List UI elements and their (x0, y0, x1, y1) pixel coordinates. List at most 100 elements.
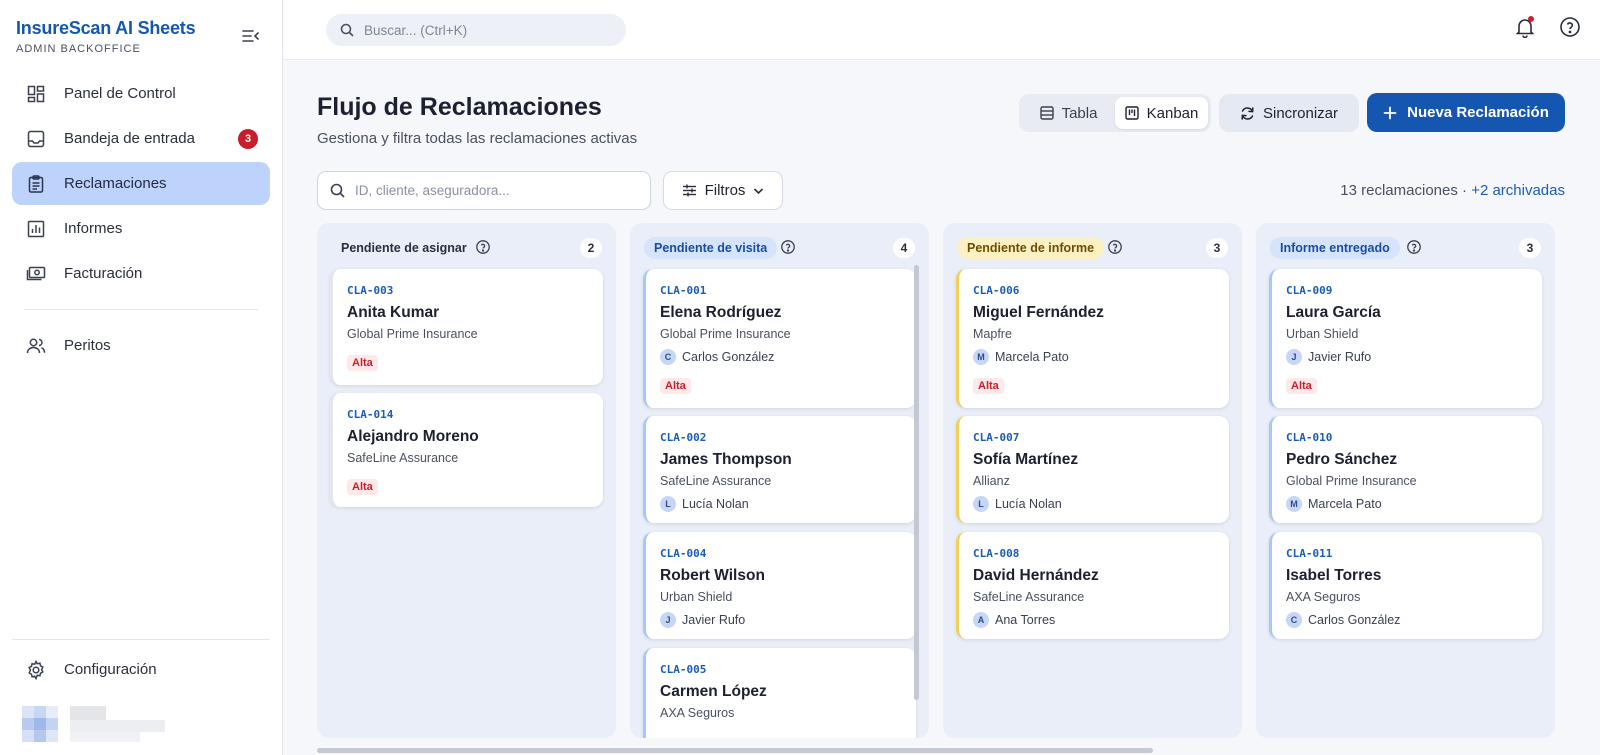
column-header: Pendiente de visita 4 (630, 223, 929, 269)
inbox-icon (26, 129, 46, 149)
page-subtitle: Gestiona y filtra todas las reclamacione… (317, 130, 638, 147)
help-icon[interactable] (1559, 16, 1581, 38)
expert-name: Javier Rufo (682, 613, 746, 627)
claim-insurer: SafeLine Assurance (660, 474, 772, 488)
expert-name: Javier Rufo (1308, 350, 1372, 364)
expert-avatar: C (1286, 612, 1302, 628)
expert-name: Carlos González (1308, 613, 1401, 627)
claim-id: CLA-014 (347, 408, 394, 421)
sidebar-item-reclamaciones[interactable]: Reclamaciones (12, 162, 270, 205)
expert-avatar: A (973, 612, 989, 628)
search-icon (330, 183, 345, 198)
claim-insurer: Global Prime Insurance (660, 327, 791, 341)
table-icon (1039, 106, 1054, 120)
dashboard-icon (26, 84, 46, 104)
sidebar-item-facturacion[interactable]: Facturación (12, 252, 270, 295)
page-title: Flujo de Reclamaciones (317, 93, 602, 121)
claim-insurer: Global Prime Insurance (1286, 474, 1417, 488)
column-count: 2 (580, 238, 602, 258)
assigned-expert: L Lucía Nolan (660, 496, 749, 512)
sidebar-item-label: Facturación (64, 265, 143, 282)
help-circle-icon[interactable] (1107, 239, 1123, 255)
claim-card[interactable]: CLA-008 David Hernández SafeLine Assuran… (956, 532, 1229, 639)
claims-count: 13 reclamaciones · +2 archivadas (1340, 182, 1565, 199)
priority-badge: Alta (660, 378, 691, 394)
sidebar-item-inbox[interactable]: Bandeja de entrada 3 (12, 117, 270, 160)
user-profile-avatar[interactable] (22, 706, 172, 744)
expert-avatar: M (973, 349, 989, 365)
expert-name: Marcela Pato (1308, 497, 1382, 511)
kanban-icon (1124, 106, 1139, 120)
claims-search-placeholder: ID, cliente, aseguradora... (355, 183, 510, 198)
gear-icon (26, 659, 46, 680)
kanban-board: Pendiente de asignar 2 CLA-003 Anita Kum… (317, 223, 1557, 738)
expert-name: Marcela Pato (995, 350, 1069, 364)
sidebar-item-label: Configuración (64, 661, 157, 678)
claim-card[interactable]: CLA-014 Alejandro Moreno SafeLine Assura… (330, 393, 603, 507)
assigned-expert: M Marcela Pato (1286, 496, 1382, 512)
claim-card[interactable]: CLA-010 Pedro Sánchez Global Prime Insur… (1269, 416, 1542, 523)
claim-card[interactable]: CLA-003 Anita Kumar Global Prime Insuran… (330, 269, 603, 385)
new-claim-label: Nueva Reclamación (1407, 104, 1549, 121)
claim-insurer: Allianz (973, 474, 1010, 488)
claims-count-text: 13 reclamaciones · (1340, 182, 1468, 199)
kanban-column-informe-entregado: Informe entregado 3 CLA-009 Laura García… (1256, 223, 1555, 738)
sidebar-item-peritos[interactable]: Peritos (12, 324, 270, 367)
view-kanban-button[interactable]: Kanban (1115, 97, 1208, 129)
expert-avatar: M (1286, 496, 1302, 512)
column-scrollbar[interactable] (914, 265, 919, 700)
filters-label: Filtros (704, 182, 746, 199)
column-label: Pendiente de visita (644, 237, 778, 259)
claim-id: CLA-001 (660, 284, 707, 297)
claim-client-name: Sofía Martínez (973, 451, 1079, 468)
sidebar-item-configuracion[interactable]: Configuración (12, 648, 270, 691)
expert-avatar: L (973, 496, 989, 512)
claim-card[interactable]: CLA-002 James Thompson SafeLine Assuranc… (643, 416, 916, 523)
sidebar-item-label: Bandeja de entrada (64, 130, 195, 147)
plus-icon (1383, 106, 1397, 119)
users-icon (26, 336, 46, 356)
view-table-button[interactable]: Tabla (1022, 97, 1115, 129)
new-claim-button[interactable]: Nueva Reclamación (1367, 93, 1565, 132)
help-circle-icon[interactable] (780, 239, 796, 255)
global-search-input[interactable]: Buscar... (Ctrl+K) (326, 14, 626, 46)
claim-card[interactable]: CLA-007 Sofía Martínez Allianz L Lucía N… (956, 416, 1229, 523)
claim-card[interactable]: CLA-006 Miguel Fernández Mapfre M Marcel… (956, 269, 1229, 408)
board-horizontal-scrollbar[interactable] (317, 748, 1153, 753)
sync-button[interactable]: Sincronizar (1219, 94, 1359, 132)
search-icon (340, 23, 354, 37)
column-count: 3 (1519, 238, 1541, 258)
claim-insurer: Mapfre (973, 327, 1012, 341)
kanban-column-pendiente-asignar: Pendiente de asignar 2 CLA-003 Anita Kum… (317, 223, 616, 738)
archived-link[interactable]: +2 archivadas (1471, 182, 1565, 199)
claim-insurer: SafeLine Assurance (973, 590, 1085, 604)
column-header: Informe entregado 3 (1256, 223, 1555, 269)
claim-id: CLA-006 (973, 284, 1020, 297)
top-bar: Buscar... (Ctrl+K) (284, 0, 1600, 60)
claims-search-input[interactable]: ID, cliente, aseguradora... (317, 171, 651, 210)
claim-card[interactable]: CLA-004 Robert Wilson Urban Shield J Jav… (643, 532, 916, 639)
priority-badge: Alta (973, 378, 1004, 394)
help-circle-icon[interactable] (1406, 239, 1422, 255)
assigned-expert: M Marcela Pato (973, 349, 1069, 365)
claim-card[interactable]: CLA-011 Isabel Torres AXA Seguros C Carl… (1269, 532, 1542, 639)
assigned-expert: J Javier Rufo (1286, 349, 1371, 365)
sidebar-item-panel[interactable]: Panel de Control (12, 72, 270, 115)
claim-client-name: Isabel Torres (1286, 567, 1382, 584)
claim-card[interactable]: CLA-005 Carmen López AXA Seguros (643, 648, 916, 738)
filters-button[interactable]: Filtros (663, 171, 783, 210)
claim-card[interactable]: CLA-009 Laura García Urban Shield J Javi… (1269, 269, 1542, 408)
collapse-menu-icon[interactable] (240, 26, 260, 46)
chevron-down-icon (754, 187, 764, 194)
sidebar-item-label: Informes (64, 220, 123, 237)
claim-card[interactable]: CLA-001 Elena Rodríguez Global Prime Ins… (643, 269, 916, 408)
claim-id: CLA-008 (973, 547, 1020, 560)
assigned-expert: C Carlos González (660, 349, 774, 365)
column-label: Pendiente de informe (957, 237, 1105, 259)
sidebar-nav: Panel de Control Bandeja de entrada 3 Re… (12, 72, 270, 369)
claim-id: CLA-005 (660, 663, 707, 676)
help-circle-icon[interactable] (475, 239, 491, 255)
kanban-column-pendiente-visita: Pendiente de visita 4 CLA-001 Elena Rodr… (630, 223, 929, 738)
column-label: Informe entregado (1270, 237, 1400, 259)
sidebar-item-informes[interactable]: Informes (12, 207, 270, 250)
